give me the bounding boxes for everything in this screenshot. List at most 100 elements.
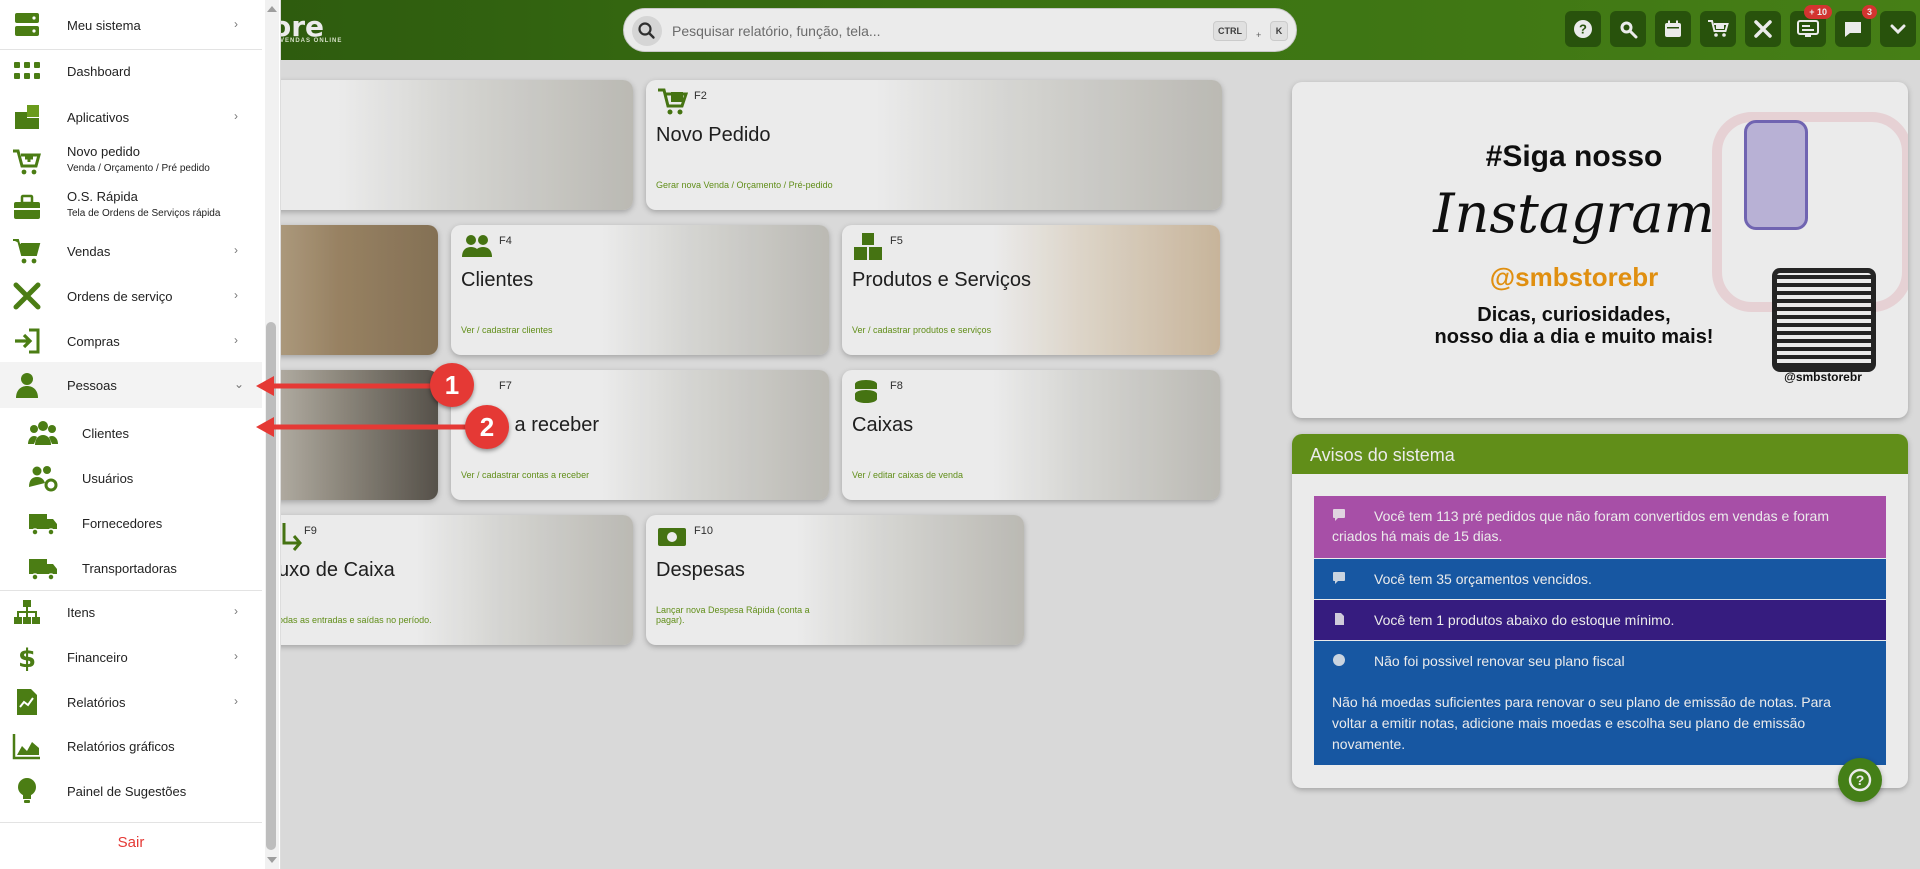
puzzle-icon bbox=[15, 105, 39, 129]
tile-lab[interactable] bbox=[240, 80, 633, 210]
tile-key: F9 bbox=[304, 525, 317, 537]
chevron-right-icon: › bbox=[234, 288, 238, 302]
cart-plus-icon bbox=[13, 149, 41, 175]
tile-produtos[interactable]: F5 Produtos e Serviços Ver / cadastrar p… bbox=[842, 225, 1220, 355]
tile-caixas[interactable]: F8 Caixas Ver / editar caixas de venda bbox=[842, 370, 1220, 500]
brand-tagline: VENDAS ONLINE bbox=[280, 38, 343, 44]
top-bar: ore VENDAS ONLINE CTRL + K ? + 10 3 bbox=[0, 0, 1920, 60]
sidebar-item-relatorios[interactable]: Relatórios › bbox=[0, 683, 262, 721]
sidebar-scroll-thumb[interactable] bbox=[266, 322, 276, 850]
notice-item[interactable]: Você tem 35 orçamentos vencidos. bbox=[1314, 559, 1886, 599]
toolbox-icon bbox=[14, 194, 40, 219]
notice-item[interactable]: Não foi possivel renovar seu plano fisca… bbox=[1314, 641, 1886, 765]
instagram-tagline-2: nosso dia a dia e muito mais! bbox=[1434, 326, 1714, 348]
sidebar-item-label: Relatórios gráficos bbox=[67, 739, 175, 754]
divider bbox=[0, 590, 262, 591]
tile-key: F5 bbox=[890, 235, 903, 247]
coins-icon bbox=[855, 380, 877, 403]
tile-key: F8 bbox=[890, 380, 903, 392]
sidebar-item-label: Ordens de serviço bbox=[67, 289, 173, 304]
chevron-right-icon: › bbox=[234, 17, 238, 31]
sidebar-item-clientes[interactable]: Clientes bbox=[0, 414, 262, 452]
chevron-right-icon: › bbox=[234, 109, 238, 123]
sidebar: Meu sistema › Dashboard Aplicativos › No… bbox=[0, 0, 281, 869]
tile-key: F7 bbox=[499, 380, 512, 392]
sidebar-item-compras[interactable]: Compras › bbox=[0, 322, 262, 360]
tile-key: F2 bbox=[694, 90, 707, 102]
logout-button[interactable]: Sair bbox=[0, 834, 262, 851]
sign-in-icon bbox=[15, 328, 40, 354]
tile-contas-receber[interactable]: F7 s a receber Ver / cadastrar contas a … bbox=[451, 370, 829, 500]
search-icon[interactable] bbox=[632, 16, 662, 46]
chat-icon bbox=[1845, 22, 1861, 37]
sidebar-item-label: Vendas bbox=[67, 244, 111, 259]
notifications-button[interactable]: + 10 bbox=[1790, 5, 1832, 47]
notifications-badge: + 10 bbox=[1804, 5, 1832, 19]
notice-detail: Não há moedas suficientes para renovar o… bbox=[1332, 694, 1831, 752]
scroll-down-icon[interactable] bbox=[266, 855, 278, 865]
tile-novo-pedido[interactable]: F2 Novo Pedido Gerar nova Venda / Orçame… bbox=[646, 80, 1222, 210]
sidebar-item-pessoas[interactable]: Pessoas ⌄ bbox=[0, 362, 262, 408]
sidebar-item-itens[interactable]: Itens › bbox=[0, 593, 262, 631]
sidebar-item-label: Painel de Sugestões bbox=[67, 784, 187, 799]
truck-icon bbox=[29, 559, 57, 581]
tools-button[interactable] bbox=[1745, 11, 1781, 47]
sidebar-item-fornecedores[interactable]: Fornecedores bbox=[0, 504, 262, 542]
person-icon bbox=[16, 373, 38, 398]
boxes-icon bbox=[854, 233, 882, 260]
money-icon bbox=[658, 528, 686, 546]
sidebar-item-usuarios[interactable]: Usuários bbox=[0, 459, 262, 497]
tile-clientes[interactable]: F4 Clientes Ver / cadastrar clientes bbox=[451, 225, 829, 355]
notice-item[interactable]: Você tem 113 pré pedidos que não foram c… bbox=[1314, 496, 1886, 558]
cart-icon bbox=[1708, 20, 1729, 37]
tile-title: uxo de Caixa bbox=[278, 559, 395, 581]
sidebar-item-ordens-servico[interactable]: Ordens de serviço › bbox=[0, 277, 262, 315]
notice-text: Não foi possivel renovar seu plano fisca… bbox=[1374, 653, 1625, 669]
sidebar-item-vendas[interactable]: Vendas › bbox=[0, 232, 262, 270]
sidebar-item-meu-sistema[interactable]: Meu sistema › bbox=[0, 6, 262, 44]
sidebar-item-painel-sugestoes[interactable]: Painel de Sugestões bbox=[0, 772, 262, 810]
sidebar-item-dashboard[interactable]: Dashboard bbox=[0, 52, 262, 90]
svg-text:?: ? bbox=[1856, 772, 1865, 788]
notice-text: Você tem 35 orçamentos vencidos. bbox=[1374, 571, 1592, 587]
tile-title: Clientes bbox=[461, 269, 534, 291]
sidebar-item-label: Meu sistema bbox=[67, 18, 141, 33]
search-input[interactable] bbox=[672, 18, 1132, 44]
sidebar-item-label: O.S. Rápida bbox=[67, 189, 138, 204]
calendar-button[interactable] bbox=[1655, 11, 1691, 47]
sidebar-item-novo-pedido[interactable]: Novo pedido Venda / Orçamento / Pré pedi… bbox=[0, 142, 262, 182]
callout-2: 2 bbox=[465, 405, 509, 449]
instagram-banner[interactable]: #Siga nosso Instagram @smbstorebr Dicas,… bbox=[1292, 82, 1908, 418]
dollar-icon: $ bbox=[18, 644, 36, 672]
user-menu-button[interactable] bbox=[1880, 11, 1916, 47]
notice-text: Você tem 1 produtos abaixo do estoque mí… bbox=[1374, 612, 1675, 628]
sidebar-item-transportadoras[interactable]: Transportadoras bbox=[0, 549, 262, 587]
system-notices-panel: Avisos do sistema Você tem 113 pré pedid… bbox=[1292, 434, 1908, 788]
instagram-heading: #Siga nosso bbox=[1485, 140, 1663, 173]
tile-title: Produtos e Serviços bbox=[852, 269, 1031, 291]
tile-key: F10 bbox=[694, 525, 713, 537]
question-circle-icon: ? bbox=[1848, 768, 1872, 792]
tile-fluxo-caixa[interactable]: F9 uxo de Caixa odas as entradas e saída… bbox=[240, 515, 633, 645]
sidebar-item-sublabel: Tela de Ordens de Serviços rápida bbox=[67, 208, 221, 219]
sidebar-item-label: Transportadoras bbox=[82, 561, 177, 576]
tile-despesas[interactable]: F10 Despesas Lançar nova Despesa Rápida … bbox=[646, 515, 1024, 645]
scroll-up-icon[interactable] bbox=[266, 4, 278, 14]
chevron-right-icon: › bbox=[234, 604, 238, 618]
sidebar-item-financeiro[interactable]: $ Financeiro › bbox=[0, 638, 262, 676]
notice-item[interactable]: Você tem 1 produtos abaixo do estoque mí… bbox=[1314, 600, 1886, 640]
sitemap-icon bbox=[14, 600, 40, 624]
help-fab-button[interactable]: ? bbox=[1838, 758, 1882, 802]
tile-subtitle: Ver / cadastrar produtos e serviços bbox=[852, 325, 992, 335]
sidebar-item-relatorios-graficos[interactable]: Relatórios gráficos bbox=[0, 727, 262, 765]
sidebar-item-aplicativos[interactable]: Aplicativos › bbox=[0, 98, 262, 136]
messages-button[interactable]: 3 bbox=[1835, 5, 1877, 47]
qr-code bbox=[1772, 268, 1876, 372]
help-button[interactable]: ? bbox=[1565, 11, 1601, 47]
sidebar-item-label: Novo pedido bbox=[67, 144, 140, 159]
tile-title: s a receber bbox=[499, 414, 600, 436]
cart-button[interactable] bbox=[1700, 11, 1736, 47]
search-bar[interactable]: CTRL + K bbox=[623, 8, 1297, 52]
sidebar-item-os-rapida[interactable]: O.S. Rápida Tela de Ordens de Serviços r… bbox=[0, 187, 262, 227]
zoom-button[interactable] bbox=[1610, 11, 1646, 47]
